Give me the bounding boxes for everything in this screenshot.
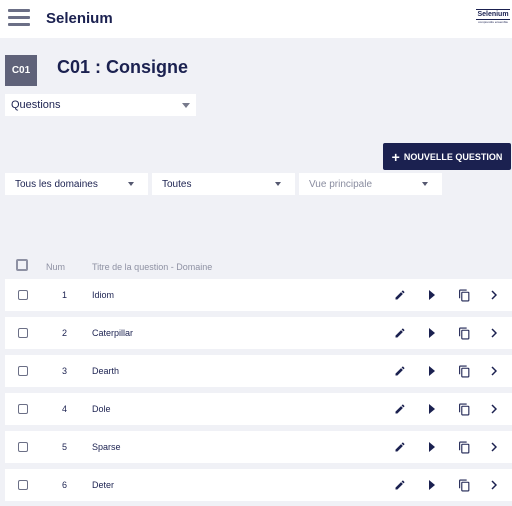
- chevron-right-icon[interactable]: [487, 469, 501, 501]
- copy-icon[interactable]: [453, 317, 475, 349]
- question-title: Sparse: [92, 442, 121, 452]
- view-filter-placeholder: Vue principale: [309, 179, 373, 190]
- row-checkbox[interactable]: [18, 366, 28, 376]
- brand-logo: Selenium comprendre ensemble: [475, 9, 511, 29]
- row-checkbox[interactable]: [18, 480, 28, 490]
- play-icon[interactable]: [423, 393, 441, 425]
- column-header-title: Titre de la question - Domaine: [92, 262, 213, 272]
- copy-icon[interactable]: [453, 279, 475, 311]
- table-header: Num Titre de la question - Domaine: [0, 256, 512, 276]
- caret-down-icon: [275, 182, 281, 186]
- caret-down-icon: [422, 182, 428, 186]
- select-all-checkbox[interactable]: [16, 259, 28, 271]
- table-row[interactable]: 1 Idiom: [5, 279, 512, 311]
- pencil-icon[interactable]: [389, 393, 411, 425]
- copy-icon[interactable]: [453, 355, 475, 387]
- section-select[interactable]: Questions: [5, 94, 196, 116]
- brand-logo-text: Selenium: [477, 11, 509, 18]
- row-checkbox[interactable]: [18, 404, 28, 414]
- app-brand[interactable]: Selenium: [46, 10, 113, 27]
- question-number: 6: [61, 480, 67, 490]
- status-filter[interactable]: Toutes: [152, 173, 295, 195]
- column-header-num: Num: [46, 262, 66, 272]
- copy-icon[interactable]: [453, 393, 475, 425]
- question-title: Dearth: [92, 366, 120, 376]
- play-icon[interactable]: [423, 431, 441, 463]
- row-checkbox[interactable]: [18, 442, 28, 452]
- brand-logo-subtext: comprendre ensemble: [478, 20, 508, 24]
- pencil-icon[interactable]: [389, 431, 411, 463]
- hamburger-menu-icon[interactable]: [8, 9, 30, 27]
- copy-icon[interactable]: [453, 431, 475, 463]
- status-filter-value: Toutes: [162, 179, 192, 190]
- question-number: 4: [61, 404, 67, 414]
- table-row[interactable]: 3 Dearth: [5, 355, 512, 387]
- consigne-code-badge: C01: [5, 55, 37, 86]
- table-row[interactable]: 6 Deter: [5, 469, 512, 501]
- domain-filter-value: Tous les domaines: [15, 179, 98, 190]
- new-question-label: NOUVELLE QUESTION: [403, 151, 503, 162]
- row-checkbox[interactable]: [18, 290, 28, 300]
- chevron-right-icon[interactable]: [487, 279, 501, 311]
- question-number: 1: [61, 290, 67, 300]
- view-filter[interactable]: Vue principale: [299, 173, 442, 195]
- caret-down-icon: [128, 182, 134, 186]
- table-row[interactable]: 4 Dole: [5, 393, 512, 425]
- table-row[interactable]: 5 Sparse: [5, 431, 512, 463]
- domain-filter[interactable]: Tous les domaines: [5, 173, 148, 195]
- pencil-icon[interactable]: [389, 317, 411, 349]
- caret-down-icon: [182, 103, 190, 108]
- pencil-icon[interactable]: [389, 279, 411, 311]
- top-bar: Selenium Selenium comprendre ensemble: [0, 0, 512, 38]
- play-icon[interactable]: [423, 469, 441, 501]
- question-title: Idiom: [92, 290, 115, 300]
- page-title: C01 : Consigne: [57, 57, 189, 77]
- section-select-value: Questions: [11, 99, 61, 111]
- copy-icon[interactable]: [453, 469, 475, 501]
- question-number: 2: [61, 328, 67, 338]
- play-icon[interactable]: [423, 355, 441, 387]
- question-title: Caterpillar: [92, 328, 134, 338]
- pencil-icon[interactable]: [389, 355, 411, 387]
- chevron-right-icon[interactable]: [487, 355, 501, 387]
- row-checkbox[interactable]: [18, 328, 28, 338]
- pencil-icon[interactable]: [389, 469, 411, 501]
- play-icon[interactable]: [423, 317, 441, 349]
- question-number: 3: [61, 366, 67, 376]
- plus-icon: +: [391, 148, 400, 165]
- chevron-right-icon[interactable]: [487, 393, 501, 425]
- new-question-button[interactable]: + NOUVELLE QUESTION: [383, 143, 511, 170]
- chevron-right-icon[interactable]: [487, 317, 501, 349]
- chevron-right-icon[interactable]: [487, 431, 501, 463]
- question-title: Deter: [92, 480, 115, 490]
- play-icon[interactable]: [423, 279, 441, 311]
- question-number: 5: [61, 442, 67, 452]
- question-title: Dole: [92, 404, 111, 414]
- table-row[interactable]: 2 Caterpillar: [5, 317, 512, 349]
